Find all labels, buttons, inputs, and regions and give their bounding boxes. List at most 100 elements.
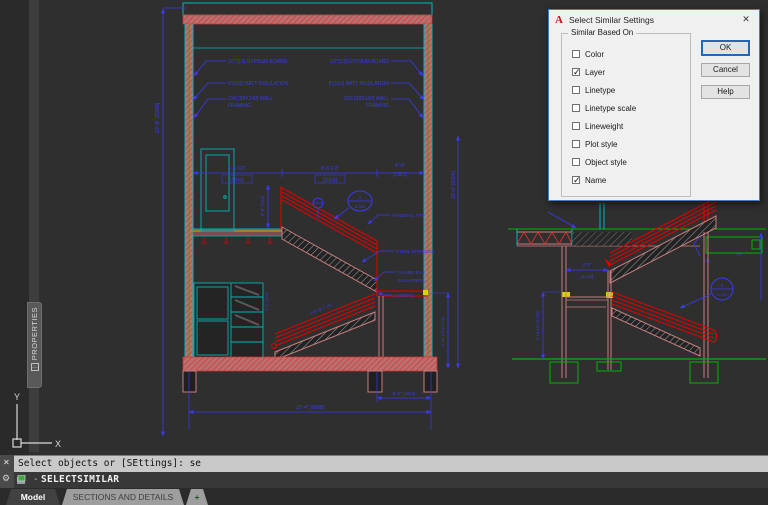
ok-button[interactable]: OK (701, 40, 750, 56)
ground-slab[interactable] (183, 357, 437, 392)
command-dash: - (33, 474, 39, 485)
checkbox-box[interactable] (572, 68, 580, 76)
dim-cabinet: 2'-6" [762] (264, 293, 269, 311)
checkbox-name[interactable]: Name (572, 174, 606, 186)
svg-text:3'-0" [914]: 3'-0" [914] (260, 196, 265, 216)
svg-text:2X6 [38X140] WALL: 2X6 [38X140] WALL (228, 96, 273, 102)
help-button[interactable]: Help (701, 85, 750, 99)
detail-dims: 4'-0" [1219] 5'-10 1/2" [1791] (535, 212, 761, 359)
dialog-titlebar[interactable]: A Select Similar Settings ✕ (549, 10, 759, 29)
svg-text:5'-10 1/2" [1791]: 5'-10 1/2" [1791] (440, 317, 445, 346)
svg-text:1/2"[13] GYPSUM BOARD: 1/2"[13] GYPSUM BOARD (330, 59, 390, 65)
floor-truss[interactable] (517, 229, 572, 246)
svg-text:STEEL STRINGER: STEEL STRINGER (396, 249, 435, 254)
checkbox-box[interactable] (572, 122, 580, 130)
svg-text:TYP: TYP (735, 252, 743, 257)
svg-text:BALUSTERS: BALUSTERS (398, 278, 425, 283)
svg-text:[1219]: [1219] (581, 274, 594, 279)
properties-palette-label: PROPERTIES (30, 307, 39, 360)
properties-icon (31, 363, 39, 371)
stair-flight-lower[interactable]: 16R @ 7 1/4" (272, 294, 375, 360)
roof-slab[interactable] (183, 15, 432, 24)
cabinet[interactable] (194, 283, 263, 358)
similar-based-on-group: Similar Based On Color Layer Linetype Li… (561, 33, 691, 197)
autocad-logo-icon: A (555, 14, 563, 26)
svg-text:GUARD RAIL: GUARD RAIL (398, 270, 426, 275)
ucs-y-label: Y (14, 392, 20, 402)
svg-text:LANDING: LANDING (394, 293, 415, 298)
checkbox-linetype-scale[interactable]: Linetype scale (572, 102, 636, 114)
svg-text:FRAMING: FRAMING (228, 103, 251, 109)
command-strip: ✕ ⚙ (0, 455, 14, 488)
dim-top-chain: 6'-4 1/2" [1943] 8'-8 1/2" [2654] 4'-4" … (193, 163, 424, 184)
svg-text:5'-0" [1524]: 5'-0" [1524] (393, 391, 416, 396)
detail-bubble-2[interactable]: 2 A-302 (680, 278, 733, 308)
command-prompt-bar[interactable]: Select objects or [SEttings]: se (0, 455, 768, 472)
svg-text:A-302: A-302 (355, 204, 366, 209)
add-layout-tab[interactable]: + (186, 489, 208, 505)
checkbox-object-style[interactable]: Object style (572, 156, 627, 168)
svg-text:2X6 [38X140] WALL: 2X6 [38X140] WALL (344, 96, 389, 102)
svg-text:[1321]: [1321] (393, 172, 408, 178)
detail-flight-lower[interactable] (612, 292, 717, 356)
svg-text:2: 2 (721, 283, 724, 288)
svg-text:6"[152] BATT INSULATION: 6"[152] BATT INSULATION (329, 81, 390, 87)
detail-ground[interactable] (512, 359, 766, 383)
svg-text:4'-0": 4'-0" (583, 262, 592, 267)
checkbox-box[interactable] (572, 158, 580, 166)
svg-text:FRAMING: FRAMING (366, 103, 389, 109)
command-close-icon[interactable]: ✕ (3, 458, 10, 467)
svg-text:4'-4": 4'-4" (395, 163, 405, 169)
svg-text:1/2"[13] GYPSUM BOARD: 1/2"[13] GYPSUM BOARD (228, 59, 288, 65)
checkbox-box[interactable] (572, 50, 580, 58)
door[interactable] (201, 149, 234, 231)
stair-detail-right[interactable]: SIM TYP (508, 198, 766, 383)
checkbox-box[interactable] (572, 104, 580, 112)
dim-bottom: 5'-0" [1524] 22'-4" [6808] (189, 372, 431, 430)
detail-landing[interactable] (562, 292, 613, 307)
floor-joists (201, 237, 273, 243)
active-command-name: SELECTSIMILAR (41, 474, 119, 485)
properties-palette-tab[interactable]: PROPERTIES (27, 302, 42, 388)
landing-guard[interactable] (377, 290, 428, 357)
wall-callouts-left: 1/2"[13] GYPSUM BOARD 6"[152] BATT INSUL… (228, 59, 289, 109)
close-icon[interactable]: ✕ (737, 12, 755, 27)
active-command-row: - SELECTSIMILAR (0, 472, 768, 488)
checkbox-lineweight[interactable]: Lineweight (572, 120, 623, 132)
dialog-title: Select Similar Settings (569, 15, 654, 25)
wall-callouts-right: 1/2"[13] GYPSUM BOARD 6"[152] BATT INSUL… (329, 59, 390, 109)
wall-right[interactable] (424, 24, 432, 358)
command-prompt-text[interactable]: Select objects or [SEttings]: se (18, 458, 201, 469)
checkbox-box[interactable] (572, 176, 580, 184)
detail-bubble-small[interactable] (313, 198, 323, 218)
checkbox-box[interactable] (572, 140, 580, 148)
tab-sections-and-details[interactable]: SECTIONS AND DETAILS (62, 489, 184, 505)
dim-stair-rise: 3'-0" [914] (260, 185, 268, 228)
roof-parapet[interactable] (183, 3, 432, 15)
detail-bubble-1[interactable]: 1 A-302 (334, 191, 372, 219)
callout-leaders-left (193, 61, 226, 118)
building-section-left[interactable]: 1/2"[13] GYPSUM BOARD 6"[152] BATT INSUL… (155, 3, 458, 436)
groupbox-label: Similar Based On (568, 28, 636, 37)
stair-flight-upper[interactable] (281, 186, 377, 296)
checkbox-layer[interactable]: Layer (572, 66, 605, 78)
svg-text:1: 1 (359, 195, 362, 200)
wall-left[interactable] (185, 24, 193, 358)
cancel-button[interactable]: Cancel (701, 63, 750, 77)
tab-model[interactable]: Model (6, 489, 60, 505)
selectsimilar-command-icon (17, 475, 29, 485)
checkbox-color[interactable]: Color (572, 48, 604, 60)
checkbox-box[interactable] (572, 86, 580, 94)
checkbox-linetype[interactable]: Linetype (572, 84, 615, 96)
svg-text:6"[152] BATT INSULATION: 6"[152] BATT INSULATION (228, 81, 289, 87)
svg-text:5'-10 1/2" [1791]: 5'-10 1/2" [1791] (535, 311, 540, 340)
floor-plate[interactable] (706, 237, 762, 253)
svg-text:6'-4 1/2": 6'-4 1/2" (228, 166, 247, 172)
dim-right-overall: 20'-0" [6096] 5'-10 1/2" [1791] (433, 136, 458, 368)
svg-text:8'-8 1/2": 8'-8 1/2" (321, 166, 340, 172)
command-tools-icon[interactable]: ⚙ (2, 473, 10, 484)
checkbox-plot-style[interactable]: Plot style (572, 138, 617, 150)
svg-text:16R @ 7 1/4": 16R @ 7 1/4" (309, 302, 334, 316)
dim-left-overall: 20'-8" [6300] (155, 8, 186, 436)
svg-text:[2654]: [2654] (323, 178, 338, 184)
